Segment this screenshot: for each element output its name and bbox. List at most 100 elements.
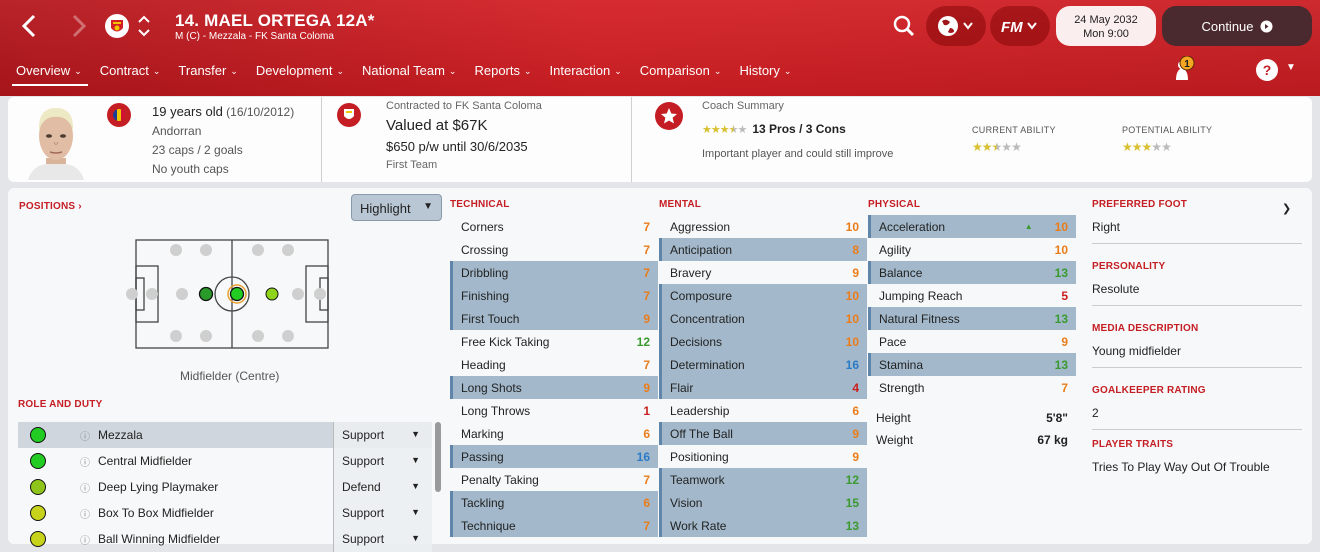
help-menu-chevron-icon[interactable]: ▼ xyxy=(1286,62,1296,73)
mental-attribute-row[interactable]: Composure 10 xyxy=(659,284,867,307)
wage: $650 p/w until 30/6/2035 xyxy=(386,139,528,154)
mental-attribute-row[interactable]: Anticipation 8 xyxy=(659,238,867,261)
mental-heading: MENTAL xyxy=(659,199,702,210)
physical-attribute-row[interactable]: Jumping Reach 5 xyxy=(868,284,1076,307)
highlight-dropdown[interactable]: Highlight ▼ xyxy=(351,194,442,221)
youth-caps: No youth caps xyxy=(152,162,229,176)
technical-attribute-row[interactable]: Corners 7 xyxy=(450,215,658,238)
technical-attribute-row[interactable]: Technique 7 xyxy=(450,514,658,537)
tab-overview[interactable]: Overview ⌄ xyxy=(10,60,90,86)
mental-attribute-row[interactable]: Leadership 6 xyxy=(659,399,867,422)
attribute-value: 10 xyxy=(1054,219,1068,234)
mental-attributes: Aggression 10 Anticipation 8 Bravery 9 Composu… xyxy=(659,215,867,537)
chevron-down-icon: ▼ xyxy=(411,507,420,517)
technical-attribute-row[interactable]: Crossing 7 xyxy=(450,238,658,261)
tab-interaction[interactable]: Interaction ⌄ xyxy=(544,60,630,86)
attribute-value: 4 xyxy=(852,380,859,395)
attribute-name: Aggression xyxy=(670,219,731,234)
mental-attribute-row[interactable]: Determination 16 xyxy=(659,353,867,376)
divider xyxy=(631,97,632,182)
mental-attribute-row[interactable]: Vision 15 xyxy=(659,491,867,514)
physical-attribute-row[interactable]: Balance 13 xyxy=(868,261,1076,284)
technical-attribute-row[interactable]: Free Kick Taking 12 xyxy=(450,330,658,353)
physical-attribute-row[interactable]: Acceleration ▲ 10 xyxy=(868,215,1076,238)
player-up-down-icon[interactable] xyxy=(137,12,151,40)
tab-contract[interactable]: Contract ⌄ xyxy=(94,60,169,86)
continue-button[interactable]: Continue xyxy=(1162,6,1312,46)
tab-reports[interactable]: Reports ⌄ xyxy=(468,60,539,86)
attribute-name: Tackling xyxy=(461,495,505,510)
tab-transfer[interactable]: Transfer ⌄ xyxy=(172,60,245,86)
physical-attribute-row[interactable]: Stamina 13 xyxy=(868,353,1076,376)
mental-attribute-row[interactable]: Flair 4 xyxy=(659,376,867,399)
role-row[interactable]: ⓘ Box To Box Midfielder Support ▼ xyxy=(18,500,432,526)
player-value: Valued at $67K xyxy=(386,117,488,134)
media-description-section: MEDIA DESCRIPTION Young midfielder xyxy=(1092,323,1302,368)
duty-dropdown[interactable]: Support ▼ xyxy=(333,526,432,552)
tab-history[interactable]: History ⌄ xyxy=(733,60,799,86)
role-row[interactable]: ⓘ Mezzala Support ▼ xyxy=(18,422,432,448)
player-subtitle: M (C) - Mezzala - FK Santa Coloma xyxy=(175,31,334,42)
mental-attribute-row[interactable]: Work Rate 13 xyxy=(659,514,867,537)
date-display[interactable]: 24 May 2032 Mon 9:00 xyxy=(1056,6,1156,46)
chevron-down-icon: ▼ xyxy=(411,455,420,465)
tab-development[interactable]: Development ⌄ xyxy=(250,60,352,86)
technical-attribute-row[interactable]: Dribbling 7 xyxy=(450,261,658,284)
technical-attribute-row[interactable]: Long Shots 9 xyxy=(450,376,658,399)
world-menu-button[interactable] xyxy=(926,6,986,46)
svg-text:1: 1 xyxy=(1184,59,1190,70)
duty-dropdown[interactable]: Defend ▼ xyxy=(333,474,432,500)
mental-attribute-row[interactable]: Aggression 10 xyxy=(659,215,867,238)
physical-attribute-row[interactable]: Strength 7 xyxy=(868,376,1076,399)
technical-attribute-row[interactable]: Penalty Taking 7 xyxy=(450,468,658,491)
info-icon[interactable]: ⓘ xyxy=(80,506,92,521)
info-icon[interactable]: ⓘ xyxy=(80,428,92,443)
technical-attribute-row[interactable]: Marking 6 xyxy=(450,422,658,445)
role-name: Deep Lying Playmaker xyxy=(98,480,219,494)
info-icon[interactable]: ⓘ xyxy=(80,532,92,547)
attribute-value: 10 xyxy=(845,334,859,349)
media-description-value: Young midfielder xyxy=(1092,344,1302,368)
role-row[interactable]: ⓘ Ball Winning Midfielder Support ▼ xyxy=(18,526,432,552)
mental-attribute-row[interactable]: Decisions 10 xyxy=(659,330,867,353)
fm-menu-button[interactable]: FM xyxy=(990,6,1050,46)
role-list-scrollbar[interactable] xyxy=(435,422,441,492)
technical-attribute-row[interactable]: First Touch 9 xyxy=(450,307,658,330)
help-icon[interactable]: ? xyxy=(1256,59,1278,81)
duty-dropdown[interactable]: Support ▼ xyxy=(333,448,432,474)
tab-comparison[interactable]: Comparison ⌄ xyxy=(634,60,730,86)
info-icon[interactable]: ⓘ xyxy=(80,480,92,495)
duty-dropdown[interactable]: Support ▼ xyxy=(333,422,432,448)
physical-attribute-row[interactable]: Pace 9 xyxy=(868,330,1076,353)
positions-heading[interactable]: POSITIONS › xyxy=(19,201,82,212)
technical-attribute-row[interactable]: Tackling 6 xyxy=(450,491,658,514)
duty-dropdown[interactable]: Support ▼ xyxy=(333,500,432,526)
technical-attribute-row[interactable]: Finishing 7 xyxy=(450,284,658,307)
tab-national-team[interactable]: National Team ⌄ xyxy=(356,60,464,86)
physical-attribute-row[interactable]: Natural Fitness 13 xyxy=(868,307,1076,330)
info-icon[interactable]: ⓘ xyxy=(80,454,92,469)
forward-arrow-icon[interactable] xyxy=(64,12,92,40)
squad-status: First Team xyxy=(386,159,438,171)
physical-attribute-row[interactable]: Agility 10 xyxy=(868,238,1076,261)
mental-attribute-row[interactable]: Concentration 10 xyxy=(659,307,867,330)
back-arrow-icon[interactable] xyxy=(16,12,44,40)
mental-attribute-row[interactable]: Positioning 9 xyxy=(659,445,867,468)
attribute-name: Flair xyxy=(670,380,694,395)
search-icon[interactable] xyxy=(892,14,916,38)
mental-attribute-row[interactable]: Off The Ball 9 xyxy=(659,422,867,445)
mental-attribute-row[interactable]: Teamwork 12 xyxy=(659,468,867,491)
mental-attribute-row[interactable]: Bravery 9 xyxy=(659,261,867,284)
role-row[interactable]: ⓘ Central Midfielder Support ▼ xyxy=(18,448,432,474)
role-row[interactable]: ⓘ Deep Lying Playmaker Defend ▼ xyxy=(18,474,432,500)
pros-cons: 13 Pros / 3 Cons xyxy=(752,122,846,136)
collapse-chevron-icon[interactable]: ❯ xyxy=(1282,202,1291,215)
technical-attribute-row[interactable]: Heading 7 xyxy=(450,353,658,376)
club-crest-icon[interactable] xyxy=(104,13,130,39)
notification-icon[interactable]: 1 xyxy=(1170,55,1198,84)
technical-attribute-row[interactable]: Passing 16 xyxy=(450,445,658,468)
attribute-name: Long Throws xyxy=(461,403,531,418)
attribute-value: 8 xyxy=(852,242,859,257)
attribute-name: Corners xyxy=(461,219,504,234)
technical-attribute-row[interactable]: Long Throws 1 xyxy=(450,399,658,422)
